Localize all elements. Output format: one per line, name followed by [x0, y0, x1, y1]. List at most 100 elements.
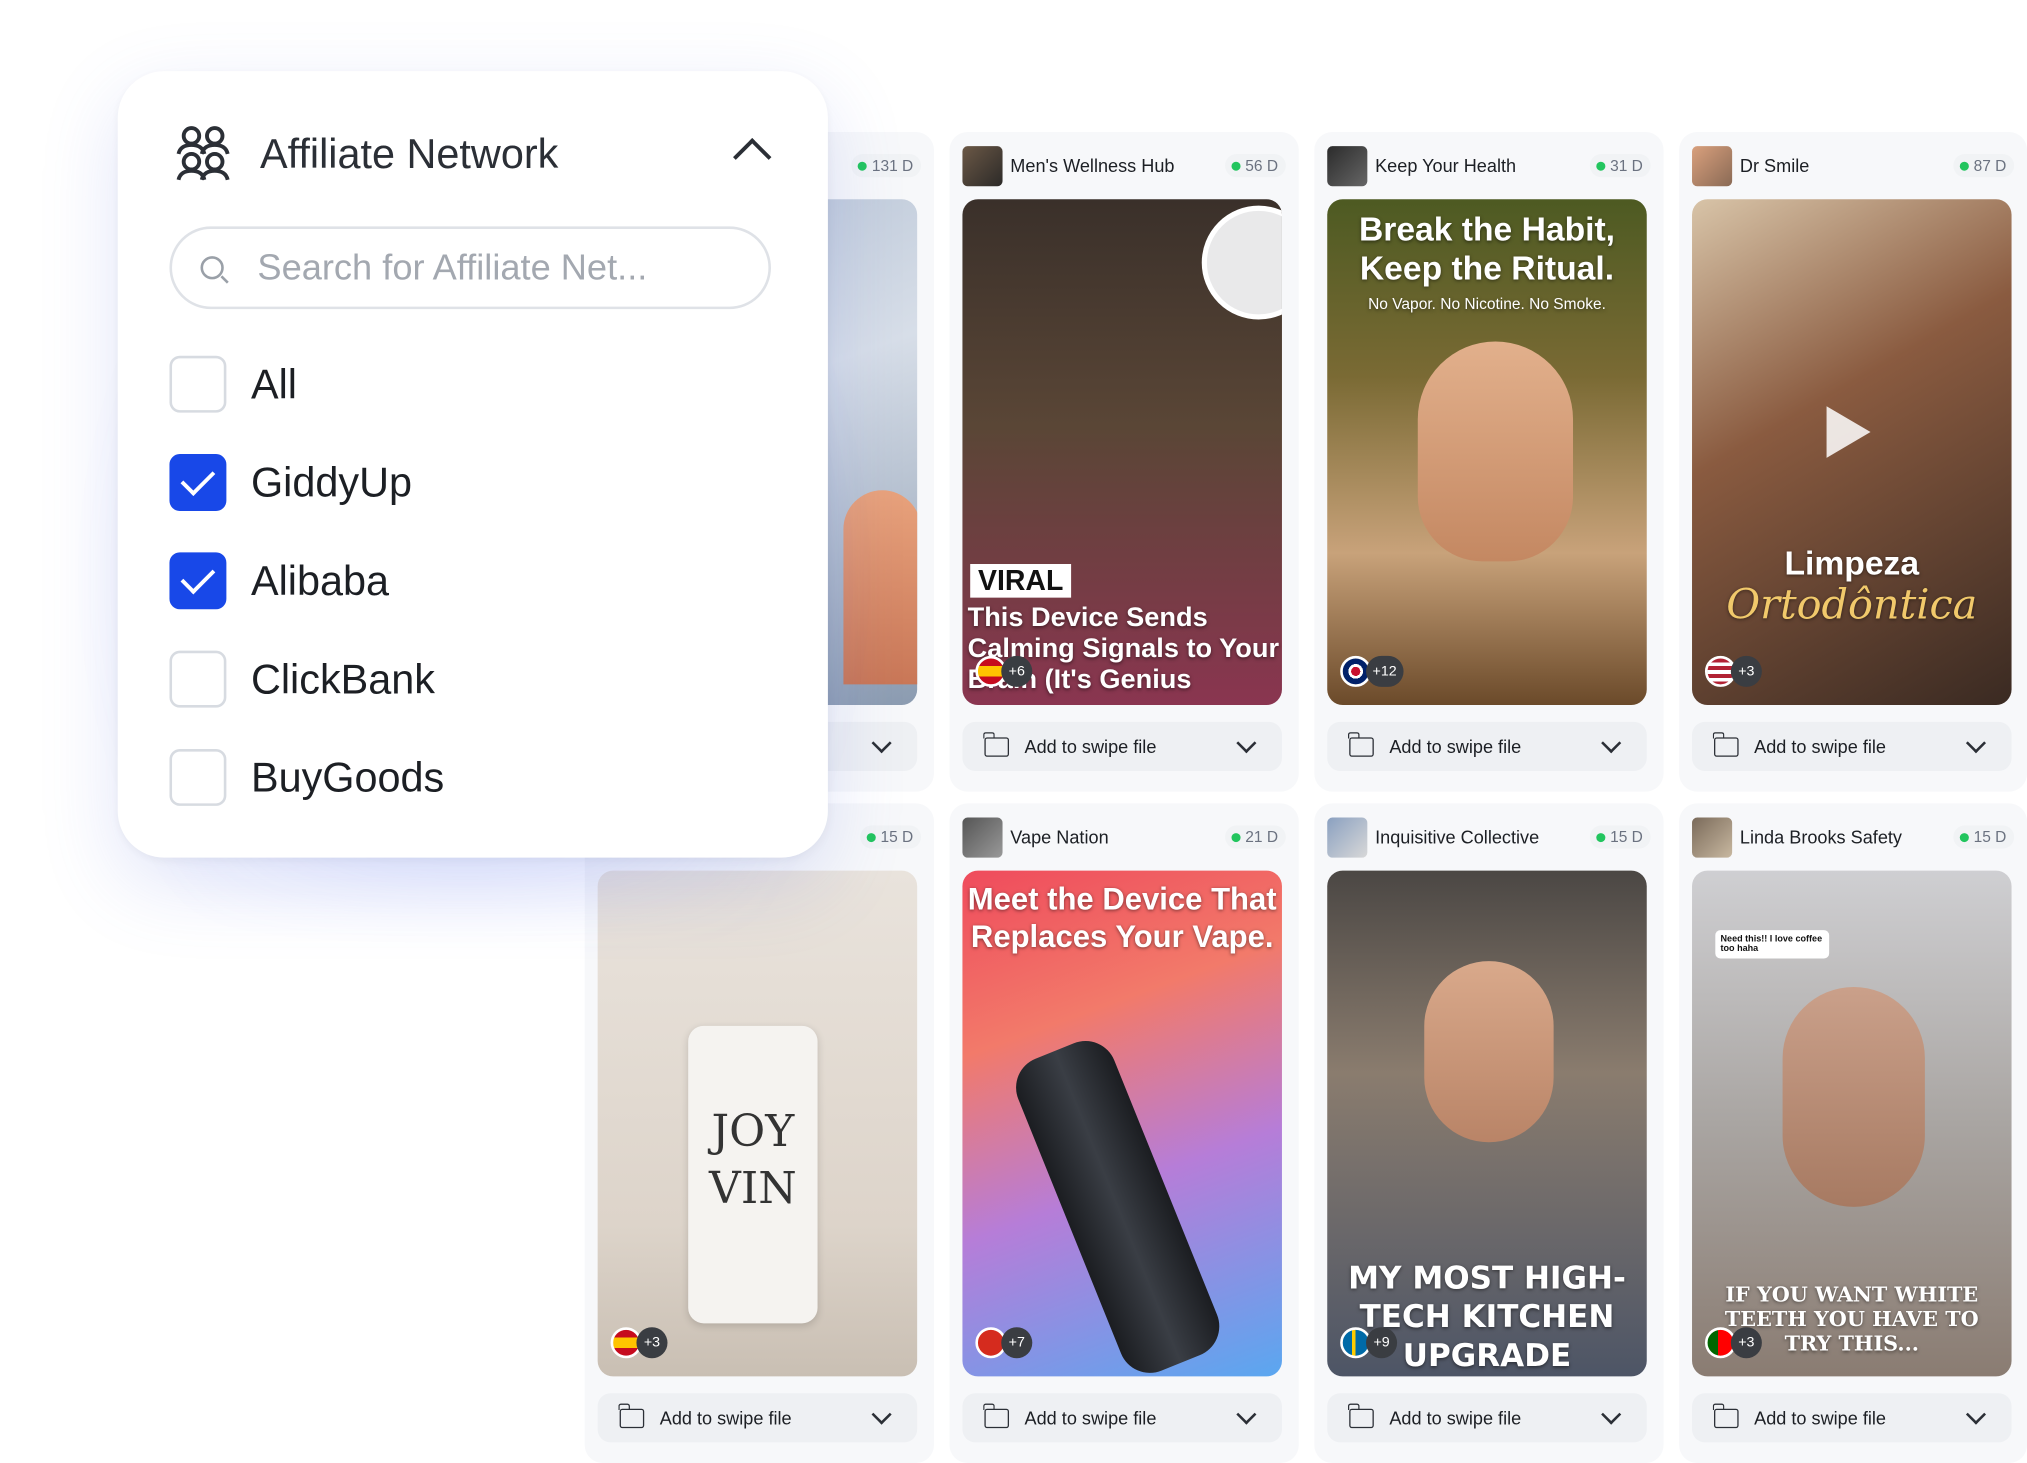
add-to-swipe-file-button[interactable]: Add to swipe file	[962, 1393, 1282, 1443]
ad-card[interactable]: Men's Wellness Hub 56 D VIRAL This Devic…	[949, 131, 1299, 792]
chevron-down-icon[interactable]	[1236, 1404, 1257, 1425]
option-all[interactable]: All	[169, 354, 297, 414]
users-group-icon	[176, 126, 230, 181]
country-flags: +3	[1704, 1327, 1762, 1359]
device-image	[1006, 1031, 1229, 1377]
chevron-down-icon[interactable]	[871, 1404, 892, 1425]
card-header: Dr Smile 87 D	[1692, 145, 2015, 186]
folder-icon	[1713, 731, 1739, 757]
person-image	[1424, 961, 1554, 1143]
comment-bubble: Need this!! I love coffee too haha	[1715, 930, 1830, 959]
chevron-up-icon[interactable]	[733, 137, 772, 177]
checkbox[interactable]	[169, 748, 227, 806]
add-to-swipe-file-button[interactable]: Add to swipe file	[1327, 721, 1647, 771]
card-header: Linda Brooks Safety 15 D	[1692, 816, 2015, 858]
country-flags: +9	[1340, 1327, 1398, 1359]
add-to-swipe-file-button[interactable]: Add to swipe file	[597, 1393, 918, 1443]
chevron-down-icon[interactable]	[1236, 733, 1257, 754]
folder-icon	[1348, 1402, 1374, 1428]
ad-card[interactable]: Vape Nation 21 D Meet the Device That Re…	[949, 803, 1299, 1463]
days-badge: 15 D	[1589, 825, 1651, 849]
ad-media[interactable]: Break the Habit, Keep the Ritual. No Vap…	[1327, 199, 1647, 706]
ad-media[interactable]: Meet the Device That Replaces Your Vape.…	[962, 870, 1282, 1377]
play-icon[interactable]	[1826, 406, 1871, 458]
ad-media[interactable]: JOY VIN +3	[597, 870, 918, 1377]
active-dot	[857, 161, 867, 171]
days-value: 15 D	[1973, 827, 2007, 847]
folder-icon	[618, 1402, 645, 1428]
chevron-down-icon[interactable]	[871, 733, 892, 754]
checkmark-icon	[180, 461, 216, 497]
days-value: 15 D	[1610, 827, 1643, 847]
filter-title: Affiliate Network	[260, 130, 559, 178]
country-flags: +7	[975, 1327, 1033, 1359]
brand-avatar	[1327, 816, 1368, 858]
add-to-swipe-file-button[interactable]: Add to swipe file	[962, 721, 1282, 771]
person-image	[1782, 987, 1925, 1207]
more-countries: +12	[1366, 655, 1404, 687]
brand-name: Dr Smile	[1739, 155, 1810, 176]
more-countries: +3	[1730, 655, 1762, 687]
brand-name: Vape Nation	[1010, 826, 1109, 848]
days-badge: 56 D	[1224, 153, 1286, 178]
brand-avatar	[1692, 145, 1733, 186]
chevron-down-icon[interactable]	[1965, 733, 1987, 754]
chevron-down-icon[interactable]	[1601, 1404, 1622, 1425]
days-badge: 131 D	[851, 153, 922, 178]
option-giddyup[interactable]: GiddyUp	[169, 453, 412, 513]
active-dot	[1959, 832, 1969, 842]
brand-name: Keep Your Health	[1375, 155, 1517, 176]
days-badge: 15 D	[1952, 825, 2015, 849]
checkbox[interactable]	[169, 355, 227, 413]
product-line2: VIN	[709, 1162, 797, 1215]
option-label: Alibaba	[250, 556, 390, 604]
checkmark-icon	[180, 559, 216, 595]
days-value: 21 D	[1245, 827, 1279, 847]
active-dot	[1231, 161, 1241, 171]
ad-media[interactable]: Need this!! I love coffee too haha IF YO…	[1692, 870, 2012, 1377]
ad-card[interactable]: Dr Smile 87 D Limpeza Ortodôntica +3 Add…	[1679, 131, 2027, 792]
option-clickbank[interactable]: ClickBank	[169, 649, 435, 709]
chevron-down-icon[interactable]	[1601, 733, 1622, 754]
swipe-label: Add to swipe file	[1389, 736, 1522, 757]
add-to-swipe-file-button[interactable]: Add to swipe file	[1327, 1393, 1647, 1443]
ring-product-image	[1201, 205, 1282, 320]
card-header: Vape Nation 21 D	[962, 816, 1286, 858]
search-input[interactable]	[254, 245, 752, 290]
swipe-label: Add to swipe file	[1389, 1407, 1522, 1429]
checkbox[interactable]	[169, 650, 227, 708]
checkbox-checked[interactable]	[169, 552, 227, 610]
brand-name: Inquisitive Collective	[1375, 826, 1540, 848]
ad-card[interactable]: Inquisitive Collective 15 D MY MOST HIGH…	[1314, 803, 1664, 1463]
ad-subcaption: Ortodôntica	[1726, 579, 1978, 629]
option-buygoods[interactable]: BuyGoods	[169, 748, 444, 808]
option-alibaba[interactable]: Alibaba	[169, 551, 389, 611]
person-image	[1417, 341, 1574, 562]
ad-card[interactable]: Keep Your Health 31 D Break the Habit, K…	[1314, 131, 1664, 792]
ad-caption: Limpeza	[1784, 543, 1920, 583]
folder-icon	[1713, 1402, 1739, 1428]
active-dot	[1231, 832, 1241, 842]
country-flags: +3	[1704, 655, 1762, 687]
chevron-down-icon[interactable]	[1965, 1404, 1987, 1425]
stage: 131 D Men's Wellness Hub 56 D VIRAL This…	[0, 0, 2027, 1463]
country-flags: +3	[610, 1327, 668, 1359]
active-dot	[1959, 161, 1969, 171]
ad-card[interactable]: Linda Brooks Safety 15 D Need this!! I l…	[1679, 803, 2027, 1463]
brand-avatar	[962, 816, 1003, 858]
add-to-swipe-file-button[interactable]: Add to swipe file	[1692, 721, 2012, 771]
add-to-swipe-file-button[interactable]: Add to swipe file	[1692, 1393, 2012, 1443]
days-badge: 21 D	[1224, 825, 1286, 849]
product-line1: JOY	[711, 1106, 795, 1158]
brand-name: Men's Wellness Hub	[1010, 155, 1175, 176]
product-bottle: JOY VIN	[688, 1025, 818, 1324]
ad-media[interactable]: Limpeza Ortodôntica +3	[1692, 199, 2012, 706]
ad-media[interactable]: MY MOST HIGH-TECH KITCHEN UPGRADE +9	[1327, 870, 1647, 1377]
checkbox-checked[interactable]	[169, 454, 227, 511]
folder-icon	[983, 731, 1010, 757]
viral-tag: VIRAL	[970, 564, 1072, 598]
active-dot	[1595, 161, 1605, 171]
ad-media[interactable]: VIRAL This Device Sends Calming Signals …	[962, 199, 1282, 706]
card-header: Keep Your Health 31 D	[1327, 145, 1651, 186]
affiliate-search[interactable]	[169, 226, 771, 310]
